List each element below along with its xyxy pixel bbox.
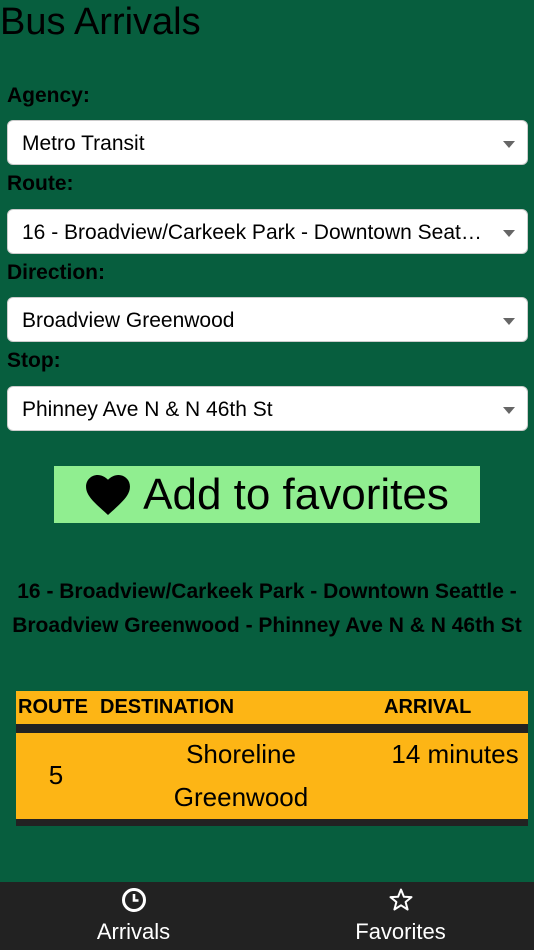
column-header-route: ROUTE [18, 696, 88, 718]
direction-label: Direction: [7, 261, 106, 284]
column-header-destination: DESTINATION [100, 696, 235, 718]
add-to-favorites-label: Add to favorites [143, 470, 449, 519]
arrivals-table: ROUTE DESTINATION ARRIVAL 5 Shoreline Gr… [16, 691, 528, 826]
column-header-arrival: ARRIVAL [384, 696, 472, 718]
nav-label-favorites: Favorites [355, 919, 446, 944]
stop-select[interactable]: Phinney Ave N & N 46th St [7, 386, 528, 431]
chevron-down-icon [503, 318, 515, 325]
agency-select[interactable]: Metro Transit [7, 120, 528, 165]
chevron-down-icon [503, 141, 515, 148]
table-divider [16, 724, 528, 733]
cell-arrival: 14 minutes [391, 739, 519, 769]
agency-value: Metro Transit [22, 132, 145, 155]
clock-icon [121, 888, 146, 912]
chevron-down-icon [503, 407, 515, 414]
route-select[interactable]: 16 - Broadview/Carkeek Park - Downtown S… [7, 209, 528, 254]
table-header: ROUTE DESTINATION ARRIVAL [16, 691, 528, 724]
agency-label: Agency: [7, 84, 90, 107]
chevron-down-icon [503, 230, 515, 237]
heart-icon [86, 474, 131, 515]
route-value: 16 - Broadview/Carkeek Park - Downtown S… [22, 221, 483, 244]
page-title: Bus Arrivals [0, 1, 201, 43]
bottom-nav: Arrivals Favorites [0, 882, 534, 950]
nav-label-arrivals: Arrivals [96, 919, 171, 944]
nav-item-arrivals[interactable]: Arrivals [0, 882, 267, 950]
nav-item-favorites[interactable]: Favorites [267, 882, 534, 950]
cell-destination: Shoreline Greenwood [173, 739, 309, 812]
table-row: 5 Shoreline Greenwood 14 minutes [16, 733, 528, 819]
cell-route: 5 [48, 760, 64, 790]
direction-value: Broadview Greenwood [22, 309, 235, 332]
table-divider [16, 819, 528, 826]
selection-summary: 16 - Broadview/Carkeek Park - Downtown S… [12, 580, 522, 637]
direction-select[interactable]: Broadview Greenwood [7, 297, 528, 342]
add-to-favorites-button[interactable]: Add to favorites [54, 466, 480, 523]
star-icon [389, 888, 412, 911]
stop-value: Phinney Ave N & N 46th St [22, 398, 273, 421]
stop-label: Stop: [7, 349, 61, 372]
route-label: Route: [7, 172, 74, 195]
